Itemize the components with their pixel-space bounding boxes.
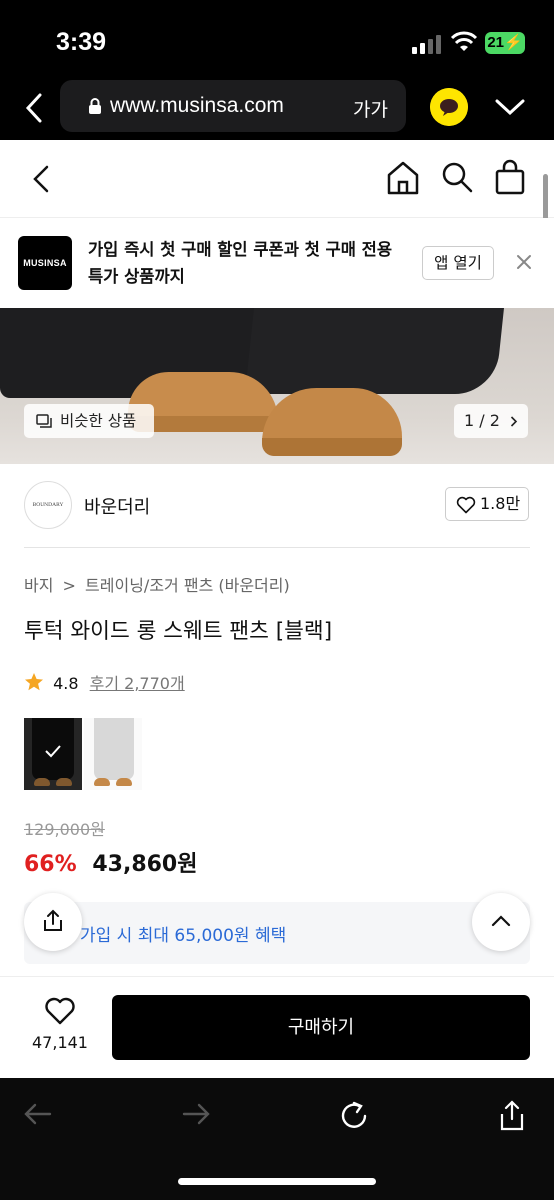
- shoe-image-part: [94, 778, 110, 786]
- sale-price: 43,860원: [92, 852, 198, 877]
- color-options: [24, 718, 144, 790]
- shoe-image-part: [262, 388, 402, 456]
- rating-row: 4.8 후기 2,770개: [24, 670, 185, 694]
- buy-button[interactable]: 구매하기: [112, 995, 530, 1060]
- forward-arrow-icon[interactable]: [180, 1100, 212, 1128]
- rating-value: 4.8: [53, 674, 79, 693]
- brand-like-button[interactable]: 1.8만: [445, 487, 529, 521]
- browser-address-bar: www.musinsa.com 가가: [0, 80, 554, 140]
- scroll-top-button[interactable]: [472, 893, 530, 951]
- reviews-link[interactable]: 후기 2,770개: [90, 674, 185, 693]
- search-icon[interactable]: [440, 160, 474, 194]
- reload-icon[interactable]: [338, 1100, 370, 1132]
- purchase-bar: 47,141 구매하기: [0, 976, 554, 1078]
- wishlist-heart-icon[interactable]: [44, 997, 76, 1025]
- similar-products-label: 비슷한 상품: [60, 412, 137, 430]
- chevron-right-icon: [510, 416, 518, 427]
- wishlist-count: 47,141: [32, 1033, 88, 1052]
- back-arrow-icon[interactable]: [30, 164, 52, 194]
- brand-like-count: 1.8만: [480, 494, 521, 513]
- promo-message: 가입 즉시 첫 구매 할인 쿠폰과 첫 구매 전용 특가 상품까지: [88, 240, 393, 286]
- pager-text: 1 / 2: [464, 411, 500, 430]
- chevron-down-icon[interactable]: [494, 96, 526, 118]
- breadcrumb-category[interactable]: 바지: [24, 576, 53, 595]
- text-size-button[interactable]: 가가: [353, 95, 388, 122]
- divider: [24, 547, 530, 548]
- image-pager[interactable]: 1 / 2: [454, 404, 528, 438]
- pants-image-part: [244, 308, 506, 394]
- browser-toolbar: [0, 1078, 554, 1200]
- status-time: 3:39: [56, 28, 107, 56]
- wifi-icon: [450, 31, 478, 51]
- lock-icon: [89, 98, 101, 114]
- shopping-bag-icon[interactable]: [494, 159, 526, 195]
- copy-icon: [36, 414, 52, 428]
- share-button[interactable]: [24, 893, 82, 951]
- shoe-image-part: [116, 778, 132, 786]
- original-price: 129,000원: [24, 820, 105, 839]
- breadcrumb: 바지 > 트레이닝/조거 팬츠 (바운더리): [24, 572, 294, 596]
- browser-back-icon[interactable]: [20, 92, 50, 124]
- share-icon: [44, 909, 62, 931]
- web-page: MUSINSA 가입 즉시 첫 구매 할인 쿠폰과 첫 구매 전용 특가 상품까…: [0, 140, 554, 1078]
- breadcrumb-separator: >: [62, 576, 76, 595]
- url-field[interactable]: www.musinsa.com 가가: [60, 80, 406, 132]
- color-swatch-gray[interactable]: [84, 718, 142, 790]
- product-title: 투턱 와이드 롱 스웨트 팬츠 [블랙]: [24, 619, 333, 644]
- close-icon[interactable]: [512, 250, 536, 274]
- checkmark-icon: [45, 745, 61, 758]
- app-promo-banner: MUSINSA 가입 즉시 첫 구매 할인 쿠폰과 첫 구매 전용 특가 상품까…: [0, 218, 554, 308]
- star-icon: [25, 673, 43, 691]
- open-app-button[interactable]: 앱 열기: [422, 246, 494, 280]
- home-icon[interactable]: [386, 160, 420, 196]
- breadcrumb-subcategory[interactable]: 트레이닝/조거 팬츠 (바운더리): [85, 576, 290, 595]
- signup-benefit-banner[interactable]: 가입 시 최대 65,000원 혜택: [24, 902, 530, 964]
- heart-icon: [456, 496, 476, 514]
- battery-level: 21: [487, 34, 504, 51]
- color-swatch-black[interactable]: [24, 718, 82, 790]
- brand-name[interactable]: 바운더리: [84, 493, 150, 519]
- battery-icon: 21⚡: [485, 32, 525, 54]
- discount-rate: 66%: [24, 852, 77, 877]
- kakao-icon[interactable]: [430, 88, 468, 126]
- brand-row: BOUNDARY 바운더리 1.8만: [0, 464, 554, 548]
- home-indicator[interactable]: [178, 1178, 376, 1185]
- top-navigation: [0, 140, 554, 228]
- share-icon[interactable]: [496, 1100, 528, 1132]
- brand-logo[interactable]: BOUNDARY: [24, 481, 72, 529]
- cellular-signal-icon: [412, 34, 442, 54]
- product-image[interactable]: 비슷한 상품 1 / 2: [0, 308, 554, 464]
- url-text: www.musinsa.com: [110, 94, 284, 117]
- pants-image-part: [94, 718, 134, 780]
- chevron-up-icon: [491, 915, 511, 927]
- sale-price-row: 66% 43,860원: [24, 846, 197, 878]
- similar-products-button[interactable]: 비슷한 상품: [24, 404, 154, 438]
- musinsa-logo: MUSINSA: [18, 236, 72, 290]
- back-arrow-icon[interactable]: [22, 1100, 54, 1128]
- status-bar: 3:39 21⚡: [0, 0, 554, 80]
- benefit-text: 가입 시 최대 65,000원 혜택: [80, 926, 287, 946]
